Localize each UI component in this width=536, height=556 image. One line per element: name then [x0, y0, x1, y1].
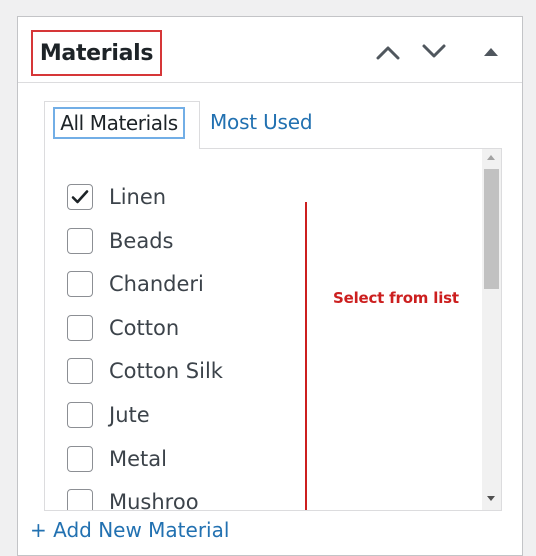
checkbox-metal[interactable] [67, 445, 93, 472]
checkbox-label: Jute [109, 402, 150, 427]
checkbox-label: Cotton Silk [109, 359, 223, 384]
triangle-up-icon [484, 48, 498, 56]
checkbox-cotton-silk[interactable] [67, 358, 93, 385]
annotation-line [305, 202, 307, 510]
checkbox-label: Beads [109, 228, 174, 253]
scroll-up-arrow-icon[interactable] [487, 155, 495, 160]
move-up-button[interactable] [373, 37, 403, 67]
checkbox-label: Cotton [109, 315, 180, 340]
list-item: Jute [67, 401, 223, 446]
list-item: Metal [67, 445, 223, 490]
list-item: Linen [67, 184, 223, 228]
scrollbar-thumb[interactable] [484, 169, 499, 289]
checkbox-chanderi[interactable] [67, 271, 93, 298]
move-down-button[interactable] [419, 37, 449, 67]
checkbox-label: Metal [109, 446, 167, 471]
list-item: Mushroo [67, 489, 223, 511]
tab-all-materials[interactable]: All Materials [44, 101, 200, 149]
checkbox-linen[interactable] [67, 184, 93, 210]
materials-checklist: Linen Beads Chanderi Cotton Cotton Silk … [67, 184, 223, 511]
list-item: Cotton Silk [67, 358, 223, 402]
chevron-down-icon [422, 44, 446, 58]
tab-most-used[interactable]: Most Used [210, 110, 313, 134]
chevron-up-icon [376, 46, 400, 60]
checkbox-cotton[interactable] [67, 314, 93, 341]
checkbox-label: Chanderi [109, 272, 204, 297]
list-item: Chanderi [67, 271, 223, 315]
annotation-text: Select from list [333, 289, 459, 307]
metabox-title: Materials [31, 30, 162, 76]
tab-all-materials-label: All Materials [53, 107, 185, 139]
materials-metabox: Materials All Materials Most Used Linen … [17, 16, 523, 556]
checkbox-mushroo[interactable] [67, 489, 93, 510]
list-item: Cotton [67, 314, 223, 359]
checkbox-label: Linen [109, 185, 167, 209]
toggle-panel-button[interactable] [476, 37, 506, 67]
materials-checklist-panel: Linen Beads Chanderi Cotton Cotton Silk … [44, 148, 502, 511]
checkbox-label: Mushroo [109, 490, 199, 511]
checklist-scrollbar[interactable] [482, 149, 501, 510]
checkbox-beads[interactable] [67, 227, 93, 254]
metabox-header: Materials [18, 17, 522, 83]
add-new-material-link[interactable]: + Add New Material [30, 518, 229, 542]
checkbox-jute[interactable] [67, 401, 93, 428]
category-tabs: All Materials Most Used [44, 101, 504, 149]
checkmark-icon [71, 190, 89, 204]
list-item: Beads [67, 227, 223, 272]
scroll-down-arrow-icon[interactable] [487, 496, 495, 501]
